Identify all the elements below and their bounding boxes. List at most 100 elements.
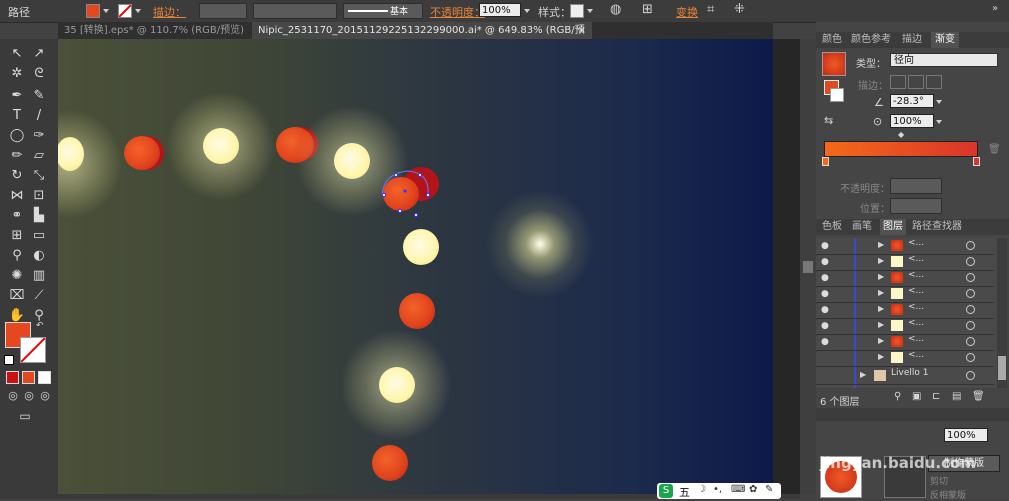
column-graph-icon[interactable]: ▥: [30, 267, 48, 285]
gradient-mode-icon[interactable]: [22, 371, 35, 384]
visibility-eye-icon[interactable]: ●: [821, 337, 829, 347]
chart-tool-icon[interactable]: ▙: [30, 207, 48, 225]
tab-color[interactable]: 颜色: [822, 32, 842, 48]
free-transform-icon[interactable]: ⊡: [30, 187, 48, 205]
layer-row[interactable]: ● ▶ <...: [816, 270, 994, 287]
stroke-within-icon[interactable]: [890, 75, 906, 89]
skin-icon[interactable]: ✿: [749, 484, 757, 495]
moon-icon[interactable]: ☽: [697, 484, 706, 495]
angle-arrow-icon[interactable]: [936, 100, 942, 104]
align-icon[interactable]: ⊞: [642, 2, 653, 17]
delete-layer-icon[interactable]: 🗑: [972, 391, 985, 402]
artboard-canvas[interactable]: [58, 39, 773, 494]
expand-arrow-icon[interactable]: ▶: [878, 288, 884, 297]
gradient-stroke-box[interactable]: [830, 88, 844, 102]
visibility-eye-icon[interactable]: ●: [821, 289, 829, 299]
aspect-arrow-icon[interactable]: [936, 120, 942, 124]
tab-layers[interactable]: 图层: [880, 219, 906, 235]
target-circle-icon[interactable]: [966, 305, 975, 314]
expand-arrow-icon[interactable]: ▶: [878, 272, 884, 281]
blend-tool-icon[interactable]: ◐: [30, 247, 48, 265]
opacity-arrow-icon[interactable]: [524, 9, 530, 13]
transparency-opacity-field[interactable]: 100%: [944, 428, 988, 442]
target-circle-icon[interactable]: [966, 241, 975, 250]
doc-tab-1[interactable]: 35 [转换].eps* @ 110.7% (RGB/预览): [58, 22, 248, 39]
fill-dropdown-arrow-icon[interactable]: [103, 9, 109, 13]
none-mode-icon[interactable]: [38, 371, 51, 384]
recolor-icon[interactable]: ◍: [610, 2, 621, 17]
graphic-style-swatch[interactable]: [570, 4, 584, 18]
expand-arrow-icon[interactable]: ▶: [860, 370, 866, 379]
eyedropper-icon[interactable]: ⚲: [8, 247, 26, 265]
new-layer-icon[interactable]: ▤: [952, 391, 961, 402]
artboard-tool-icon[interactable]: ⌧: [8, 287, 26, 305]
gradient-stop-end[interactable]: [973, 157, 980, 166]
line-tool-icon[interactable]: /: [30, 107, 48, 125]
symbol-sprayer-icon[interactable]: ✺: [8, 267, 26, 285]
expand-arrow-icon[interactable]: ▶: [878, 256, 884, 265]
tab-stroke[interactable]: 描边: [902, 32, 922, 48]
invert-mask-checkbox-label[interactable]: 反相蒙版: [930, 488, 966, 501]
new-sublayer-icon[interactable]: ⊏: [932, 391, 940, 402]
gradient-preview-swatch[interactable]: [822, 52, 846, 76]
direct-selection-tool-icon[interactable]: ↗: [30, 45, 48, 63]
tab-swatches[interactable]: 色板: [822, 219, 842, 235]
layer-row[interactable]: ● ▶ <...: [816, 334, 994, 351]
reverse-gradient-icon[interactable]: ⇆: [824, 114, 833, 127]
draw-inside-icon[interactable]: ◎: [36, 387, 54, 405]
panel-menu-icon[interactable]: ⁜: [734, 2, 745, 17]
doc-tab-2[interactable]: Nipic_2531170_20151129225132299000.ai* @…: [252, 22, 592, 53]
mesh-tool-icon[interactable]: ⊞: [8, 227, 26, 245]
shape-builder-icon[interactable]: ⚭: [8, 207, 26, 225]
expand-arrow-icon[interactable]: ▶: [878, 320, 884, 329]
type-tool-icon[interactable]: T: [8, 107, 26, 125]
stroke-dropdown-arrow-icon[interactable]: [135, 9, 141, 13]
vertical-scrollbar[interactable]: [800, 39, 816, 494]
light-sun[interactable]: [203, 128, 239, 164]
layers-scrollbar[interactable]: [997, 238, 1007, 388]
angle-field[interactable]: -28.3°: [890, 94, 934, 108]
ime-toolbar[interactable]: S 五 ☽ •, ⌨ ✿ ✎: [657, 483, 781, 499]
expand-arrow-icon[interactable]: ▶: [878, 304, 884, 313]
tab-gradient[interactable]: 渐变: [931, 32, 959, 48]
tab-brushes[interactable]: 画笔: [852, 219, 872, 235]
aspect-ratio-field[interactable]: 100%: [890, 114, 934, 128]
brush-definition[interactable]: 基本: [343, 3, 423, 19]
collapse-icon[interactable]: »: [992, 3, 998, 14]
expand-arrow-icon[interactable]: ▶: [878, 352, 884, 361]
tab-pathfinder[interactable]: 路径查找器: [912, 219, 962, 235]
visibility-eye-icon[interactable]: ●: [821, 241, 829, 251]
clip-checkbox-label[interactable]: 剪切: [930, 474, 948, 487]
stroke-label[interactable]: 描边：: [153, 4, 186, 20]
red-ball[interactable]: [372, 445, 408, 481]
layer-row[interactable]: ● ▶ <...: [816, 318, 994, 335]
paintbrush-icon[interactable]: ✑: [30, 127, 48, 145]
opacity-field[interactable]: 100%: [479, 3, 521, 17]
stroke-swatch[interactable]: [118, 4, 132, 18]
rotate-icon[interactable]: ↻: [8, 167, 26, 185]
layers-scroll-thumb[interactable]: [998, 356, 1006, 380]
isolate-icon[interactable]: ⌗: [707, 2, 714, 17]
layer-row[interactable]: ● ▶ <...: [816, 302, 994, 319]
punctuation-icon[interactable]: •,: [713, 484, 722, 495]
light-sun[interactable]: [334, 143, 370, 179]
scale-icon[interactable]: ⤡: [30, 167, 48, 185]
stroke-weight-field[interactable]: [199, 3, 247, 19]
stop-opacity-field[interactable]: [890, 178, 942, 194]
stroke-color-box[interactable]: [20, 337, 46, 363]
lasso-icon[interactable]: ᘓ: [30, 65, 48, 83]
bright-glow[interactable]: [485, 189, 595, 299]
light-sun[interactable]: [379, 367, 415, 403]
screen-mode-icon[interactable]: ▭: [16, 407, 34, 425]
selection-tool-icon[interactable]: ↖: [8, 45, 26, 63]
visibility-eye-icon[interactable]: ●: [821, 257, 829, 267]
visibility-eye-icon[interactable]: ●: [821, 273, 829, 283]
opacity-label[interactable]: 不透明度：: [430, 4, 485, 20]
target-circle-icon[interactable]: [966, 371, 975, 380]
swap-fill-stroke-icon[interactable]: ↶: [36, 321, 44, 331]
gradient-slider[interactable]: [824, 141, 978, 157]
curvature-tool-icon[interactable]: ✎: [30, 87, 48, 105]
gradient-stop-start[interactable]: [822, 157, 829, 166]
clipping-mask-icon[interactable]: ▣: [912, 391, 921, 402]
style-arrow-icon[interactable]: [587, 9, 593, 13]
